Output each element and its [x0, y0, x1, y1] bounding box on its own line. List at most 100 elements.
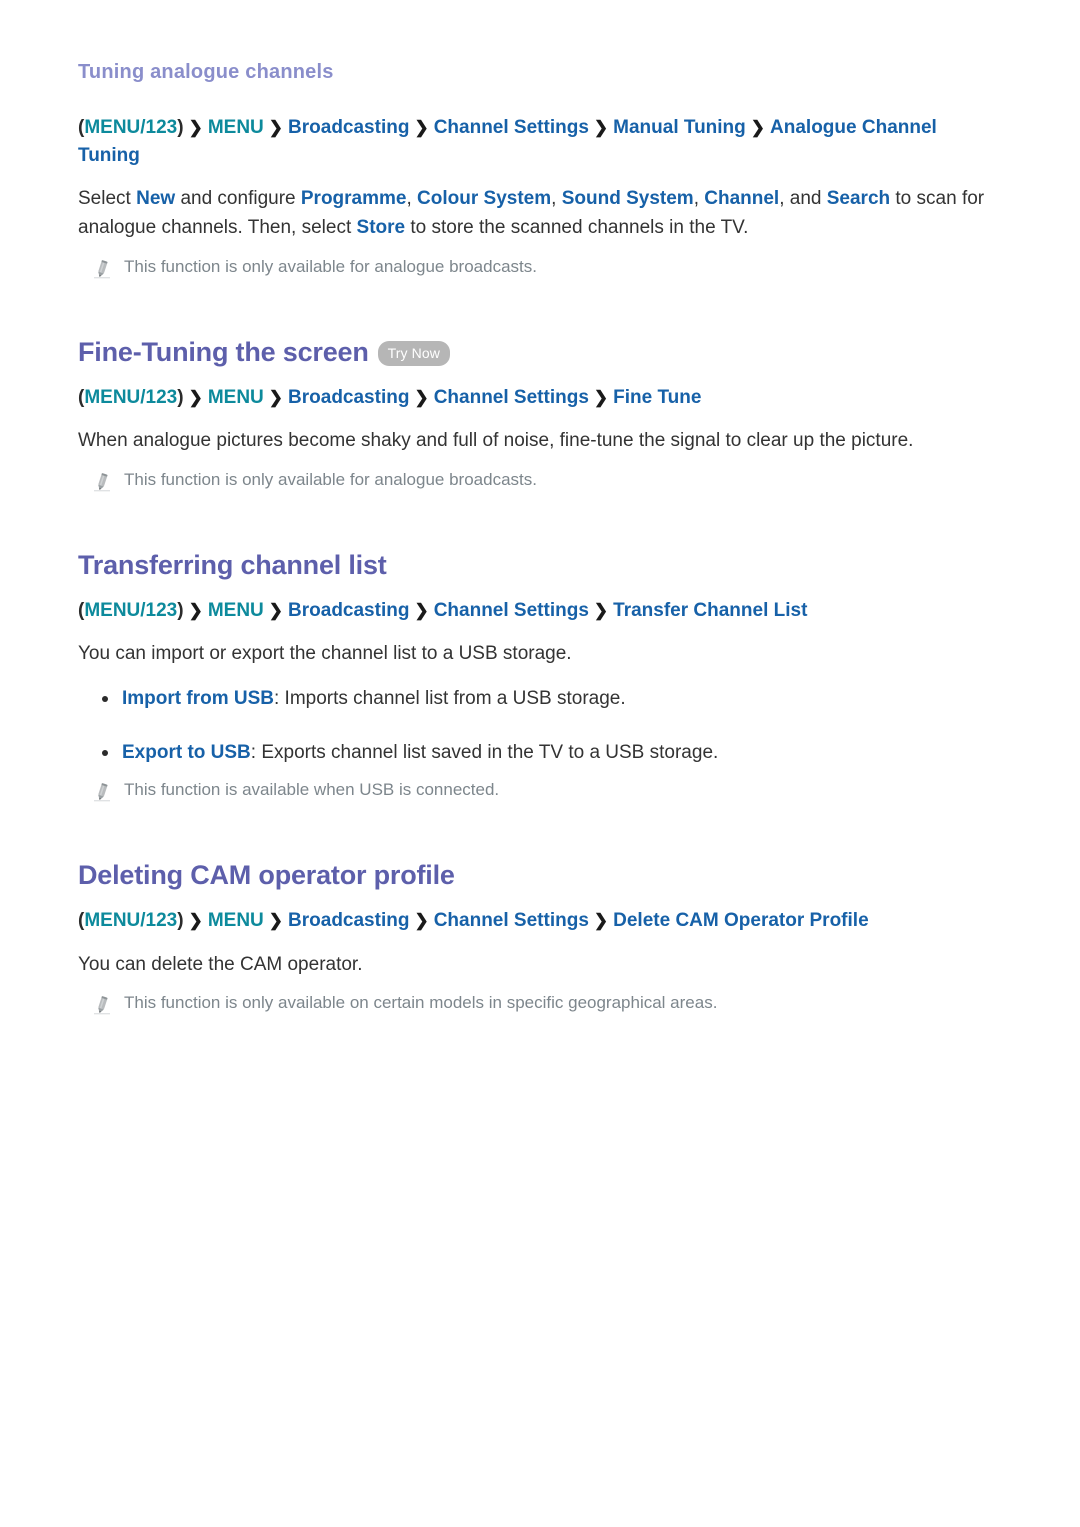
breadcrumb-separator-icon: ❯	[414, 600, 429, 620]
breadcrumb-separator-icon: ❯	[414, 118, 429, 137]
inline-text: , and	[779, 188, 827, 210]
breadcrumb-separator-icon: ❯	[188, 118, 203, 137]
section-subheading: Tuning analogue channels	[78, 61, 334, 83]
inline-text: : Imports channel list from a USB storag…	[274, 688, 626, 710]
section-heading-text: Deleting CAM operator profile	[78, 860, 455, 891]
breadcrumb-item[interactable]: Delete CAM Operator Profile	[613, 910, 869, 931]
note-row: This function is only available on certa…	[92, 991, 998, 1016]
breadcrumb-item[interactable]: Broadcasting	[288, 387, 409, 408]
inline-text: and configure	[175, 188, 301, 210]
breadcrumb: (MENU/123) ❯ MENU ❯ Broadcasting ❯ Channel Set…	[78, 907, 978, 935]
inline-keyword: Export to USB	[122, 741, 251, 763]
breadcrumb-separator-icon: ❯	[593, 600, 609, 620]
note-text: This function is available when USB is c…	[124, 780, 500, 800]
try-now-badge[interactable]: Try Now	[377, 341, 450, 367]
list-item-text: Export to USB: Exports channel list save…	[122, 739, 718, 767]
inline-text: You can import or export the channel lis…	[78, 643, 572, 665]
list-item-text: Import from USB: Imports channel list fr…	[122, 685, 626, 713]
breadcrumb-separator-icon: ❯	[268, 118, 284, 137]
breadcrumb-item[interactable]: Fine Tune	[613, 387, 701, 408]
inline-keyword: Search	[826, 188, 891, 210]
list-item: Export to USB: Exports channel list save…	[78, 739, 998, 767]
body-paragraph: You can import or export the channel lis…	[78, 640, 993, 669]
inline-keyword: Sound System	[561, 188, 694, 210]
inline-text: Select	[78, 188, 137, 210]
breadcrumb-item[interactable]: MENU	[208, 910, 264, 931]
breadcrumb-item[interactable]: Broadcasting	[288, 910, 409, 931]
breadcrumb-separator-icon: ❯	[593, 911, 609, 931]
inline-text: ,	[406, 188, 418, 210]
breadcrumb-separator-icon: ❯	[414, 387, 429, 407]
breadcrumb-separator-icon: ❯	[188, 387, 203, 407]
pencil-icon	[92, 471, 112, 493]
section-heading: Transferring channel list	[78, 549, 998, 583]
note-row: This function is only available for anal…	[92, 255, 998, 280]
breadcrumb-separator-icon: ❯	[268, 600, 284, 620]
breadcrumb-menu-key[interactable]: MENU/123	[84, 117, 177, 138]
note-text: This function is only available on certa…	[124, 993, 718, 1013]
list-item: Import from USB: Imports channel list fr…	[78, 685, 998, 713]
breadcrumb-item[interactable]: Channel Settings	[434, 600, 589, 621]
breadcrumb-separator-icon: ❯	[414, 911, 429, 931]
inline-keyword: Store	[356, 216, 406, 238]
section-heading-text: Fine-Tuning the screen	[78, 336, 369, 367]
inline-keyword: Channel	[704, 188, 780, 210]
body-paragraph: Select New and configure Programme, Colo…	[78, 185, 993, 243]
note-text: This function is only available for anal…	[124, 470, 537, 490]
inline-keyword: Programme	[300, 188, 407, 210]
breadcrumb-separator-icon: ❯	[750, 118, 766, 137]
inline-keyword: Import from USB	[122, 688, 274, 710]
breadcrumb-separator-icon: ❯	[593, 118, 609, 137]
inline-text: You can delete the CAM operator.	[78, 953, 363, 975]
breadcrumb-menu-key[interactable]: MENU/123	[84, 387, 177, 408]
section: Tuning analogue channels (MENU/123) ❯ MENU ❯…	[78, 60, 998, 280]
note-row: This function is only available for anal…	[92, 468, 998, 493]
breadcrumb-item[interactable]: Broadcasting	[288, 600, 409, 621]
note-text: This function is only available for anal…	[124, 256, 537, 276]
document-page: Tuning analogue channels (MENU/123) ❯ MENU ❯…	[0, 0, 1080, 1527]
inline-keyword: New	[136, 188, 176, 210]
section: Transferring channel list (MENU/123) ❯ MENU…	[78, 549, 998, 803]
breadcrumb-item[interactable]: Manual Tuning	[613, 117, 746, 138]
pencil-icon	[92, 781, 112, 803]
section-heading-text: Transferring channel list	[78, 550, 387, 581]
breadcrumb-menu-key[interactable]: MENU/123	[84, 910, 177, 931]
inline-keyword: Colour System	[417, 188, 552, 210]
breadcrumb-item[interactable]: Broadcasting	[288, 117, 409, 138]
inline-text: ,	[693, 188, 705, 210]
breadcrumb-separator-icon: ❯	[188, 911, 203, 931]
bullet-dot-icon	[102, 749, 108, 756]
breadcrumb: (MENU/123) ❯ MENU ❯ Broadcasting ❯ Channel Set…	[78, 597, 978, 625]
breadcrumb-item[interactable]: MENU	[208, 600, 264, 621]
breadcrumb-item[interactable]: Channel Settings	[434, 117, 589, 138]
breadcrumb-item[interactable]: MENU	[208, 387, 264, 408]
pencil-icon	[92, 994, 112, 1016]
section-heading: Deleting CAM operator profile	[78, 859, 998, 893]
breadcrumb-item[interactable]: MENU	[208, 117, 264, 138]
inline-text: to store the scanned channels in the TV.	[405, 216, 749, 238]
breadcrumb-separator-icon: ❯	[268, 387, 284, 407]
breadcrumb-separator-icon: ❯	[593, 387, 609, 407]
breadcrumb-item[interactable]: Transfer Channel List	[613, 600, 807, 621]
breadcrumb-item[interactable]: Channel Settings	[434, 910, 589, 931]
body-paragraph: You can delete the CAM operator.	[78, 951, 993, 980]
section-heading: Fine-Tuning the screen Try Now	[78, 336, 998, 370]
inline-text: When analogue pictures become shaky and …	[78, 430, 914, 452]
breadcrumb-separator-icon: ❯	[268, 911, 284, 931]
breadcrumb: (MENU/123) ❯ MENU ❯ Broadcasting ❯ Channel Set…	[78, 384, 978, 412]
bullet-dot-icon	[102, 696, 108, 703]
breadcrumb-item[interactable]: Channel Settings	[434, 387, 589, 408]
note-row: This function is available when USB is c…	[92, 778, 998, 803]
body-paragraph: When analogue pictures become shaky and …	[78, 427, 993, 456]
breadcrumb-separator-icon: ❯	[188, 600, 203, 620]
inline-text: ,	[551, 188, 562, 210]
section: Fine-Tuning the screen Try Now (MENU/123) ❯…	[78, 336, 998, 493]
bullet-list: Import from USB: Imports channel list fr…	[78, 685, 998, 766]
inline-text: : Exports channel list saved in the TV t…	[250, 741, 719, 763]
section: Deleting CAM operator profile (MENU/123) ❯…	[78, 859, 998, 1016]
document-content: Tuning analogue channels (MENU/123) ❯ MENU ❯…	[78, 60, 998, 1016]
breadcrumb-menu-key[interactable]: MENU/123	[84, 600, 177, 621]
breadcrumb: (MENU/123) ❯ MENU ❯ Broadcasting ❯ Channel Set…	[78, 114, 978, 169]
